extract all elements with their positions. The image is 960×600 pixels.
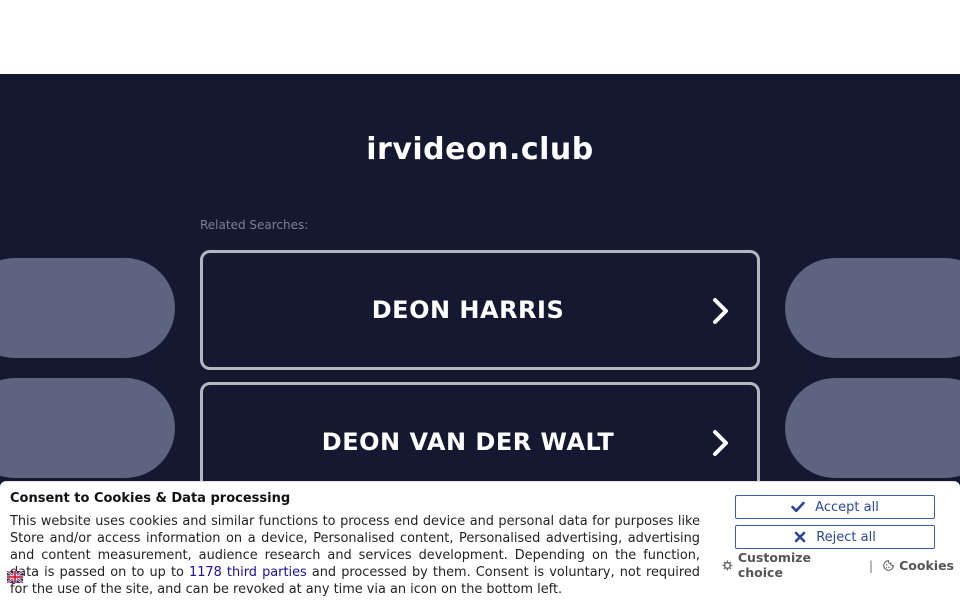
customize-choice-link[interactable]: Customize choice	[722, 550, 859, 580]
decorative-pill-left-2	[0, 378, 175, 478]
related-searches-label: Related Searches:	[200, 218, 309, 232]
related-search-link-1[interactable]: DEON HARRIS	[200, 250, 760, 370]
consent-description: This website uses cookies and similar fu…	[10, 513, 700, 598]
top-blank-area	[0, 0, 960, 74]
cookies-label: Cookies	[899, 557, 954, 573]
chevron-right-icon	[713, 298, 728, 324]
third-parties-link[interactable]: 1178 third parties	[189, 565, 307, 580]
flag-icon[interactable]	[7, 571, 23, 583]
check-icon	[791, 501, 805, 513]
decorative-pill-left-1	[0, 258, 175, 358]
accept-all-label: Accept all	[815, 499, 879, 515]
reject-all-label: Reject all	[816, 529, 876, 545]
decorative-pill-right-2	[785, 378, 960, 478]
gear-icon	[722, 560, 733, 570]
cookie-icon	[883, 559, 894, 571]
related-search-label: DEON HARRIS	[371, 296, 565, 324]
consent-title: Consent to Cookies & Data processing	[10, 491, 291, 506]
decorative-pill-right-1	[785, 258, 960, 358]
reject-all-button[interactable]: Reject all	[735, 525, 935, 549]
cookies-link[interactable]: Cookies	[883, 558, 954, 573]
cookie-consent-banner: Consent to Cookies & Data processing Thi…	[0, 481, 960, 600]
x-icon	[794, 531, 806, 543]
chevron-right-icon	[713, 430, 728, 456]
customize-choice-label: Customize choice	[737, 550, 811, 580]
domain-title: irvideon.club	[366, 132, 594, 167]
accept-all-button[interactable]: Accept all	[735, 495, 935, 519]
link-separator: |	[868, 557, 874, 573]
consent-links-row: Customize choice | Cookies	[722, 550, 954, 580]
